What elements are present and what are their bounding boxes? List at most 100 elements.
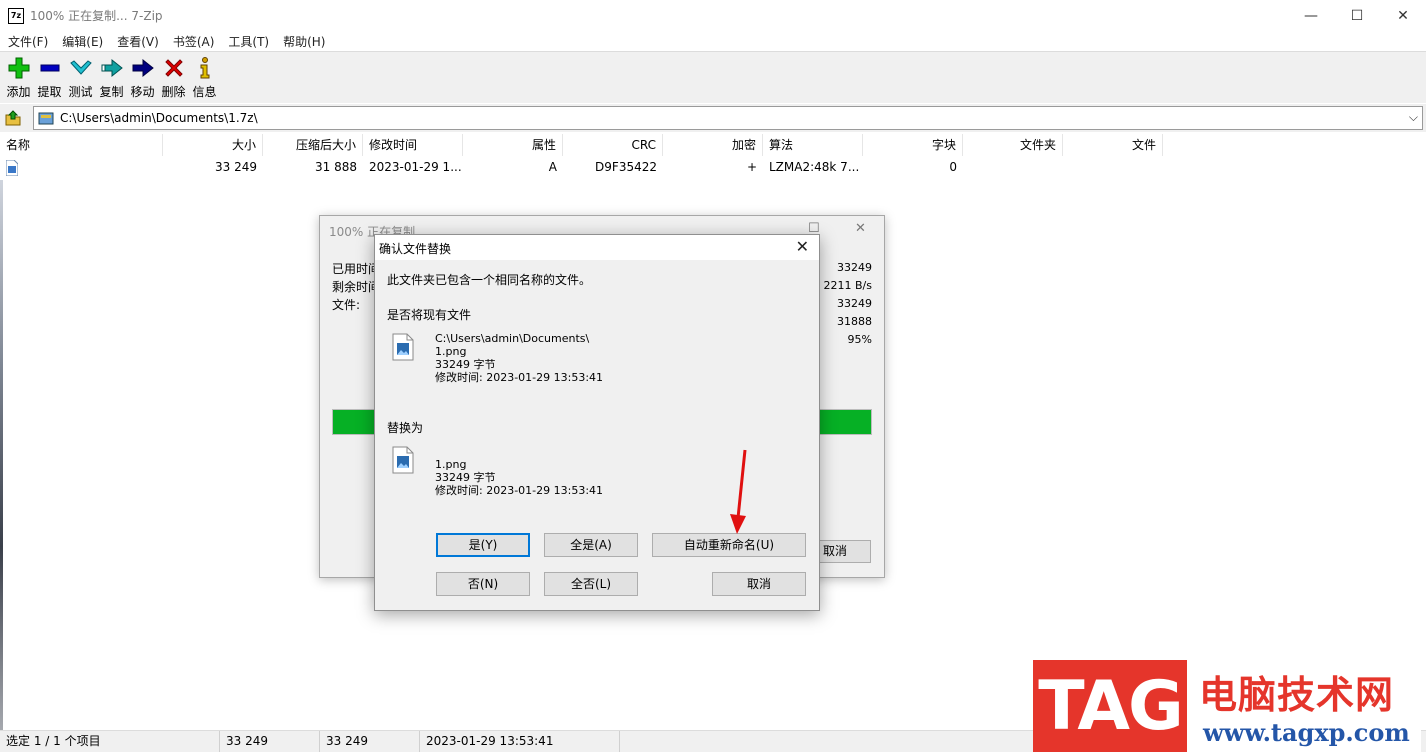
replace-with-heading: 替换为	[387, 421, 424, 435]
7zip-app-icon: 7z	[8, 7, 24, 24]
menu-bookmarks[interactable]: 书签(A)	[165, 33, 221, 50]
delete-label: 删除	[161, 85, 186, 99]
menu-view[interactable]: 查看(V)	[109, 33, 165, 50]
watermark: TAG 电脑技术网 www.tagxp.com	[1033, 660, 1421, 752]
move-button[interactable]: 移动	[127, 52, 158, 102]
up-folder-icon	[5, 110, 21, 126]
address-bar: C:\Users\admin\Documents\1.7z\ ⌵	[0, 104, 1426, 132]
menu-edit[interactable]: 编辑(E)	[54, 33, 109, 50]
status-selected: 选定 1 / 1 个项目	[0, 731, 220, 752]
extract-button[interactable]: 提取	[34, 52, 65, 102]
maximize-button[interactable]: ☐	[1334, 0, 1380, 31]
menu-file[interactable]: 文件(F)	[0, 33, 54, 50]
window-title: 100% 正在复制... 7-Zip	[30, 9, 163, 23]
title-bar: 7z 100% 正在复制... 7-Zip — ☐ ✕	[0, 0, 1426, 31]
status-size: 33 249	[220, 731, 320, 752]
progress-value: 33249	[837, 261, 872, 274]
yes-button[interactable]: 是(Y)	[436, 533, 530, 557]
dialog-title-bar: 确认文件替换 ✕	[375, 235, 819, 260]
add-label: 添加	[6, 85, 31, 99]
progress-close-icon[interactable]: ✕	[855, 221, 866, 236]
menu-bar: 文件(F) 编辑(E) 查看(V) 书签(A) 工具(T) 帮助(H)	[0, 31, 1426, 51]
column-encrypted[interactable]: 加密	[663, 134, 763, 156]
add-button[interactable]: 添加	[3, 52, 34, 102]
existing-file-icon	[392, 333, 414, 361]
watermark-site-name: 电脑技术网	[1199, 673, 1395, 717]
files-cell	[1063, 157, 1163, 177]
test-label: 测试	[68, 85, 93, 99]
window-controls: — ☐ ✕	[1288, 0, 1426, 31]
existing-file-name: 1.png	[435, 345, 467, 358]
attributes-cell: A	[548, 160, 557, 174]
block-cell: 0	[949, 160, 957, 174]
copy-button[interactable]: 复制	[96, 52, 127, 102]
column-method[interactable]: 算法	[763, 134, 863, 156]
elapsed-time-label: 已用时间	[332, 262, 381, 276]
menu-help[interactable]: 帮助(H)	[275, 33, 331, 50]
column-folders[interactable]: 文件夹	[963, 134, 1063, 156]
column-files[interactable]: 文件	[1063, 134, 1163, 156]
progress-packed: 31888	[837, 315, 872, 328]
size-cell: 33 249	[215, 160, 257, 174]
column-size[interactable]: 大小	[163, 134, 263, 156]
replacement-file-name: 1.png	[435, 458, 467, 471]
minimize-button[interactable]: —	[1288, 0, 1334, 31]
packed-size-cell: 31 888	[315, 160, 357, 174]
watermark-logo: TAG	[1033, 660, 1187, 752]
no-to-all-button[interactable]: 全否(L)	[544, 572, 638, 596]
method-cell: LZMA2:48k 7...	[769, 160, 860, 174]
copy-label: 复制	[99, 85, 124, 99]
folders-cell	[963, 157, 1063, 177]
file-list-header: 名称 大小 压缩后大小 修改时间 属性 CRC 加密 算法 字块 文件夹 文件	[0, 134, 1426, 156]
auto-rename-button[interactable]: 自动重新命名(U)	[652, 533, 806, 557]
info-label: 信息	[192, 85, 217, 99]
column-attributes[interactable]: 属性	[463, 134, 563, 156]
test-icon	[69, 60, 92, 75]
info-icon	[200, 57, 209, 79]
move-label: 移动	[130, 85, 155, 99]
copy-icon	[101, 58, 123, 78]
status-modified: 2023-01-29 13:53:41	[420, 731, 620, 752]
remaining-time-label: 剩余时间	[332, 280, 381, 294]
column-modified[interactable]: 修改时间	[363, 134, 463, 156]
toolbar: 添加 提取 测试 复制 移动 删除 信息	[0, 51, 1426, 103]
status-packed: 33 249	[320, 731, 420, 752]
existing-file-info: C:\Users\admin\Documents\ 1.png 33249 字节…	[435, 332, 603, 384]
replacement-file-info: 1.png 33249 字节 修改时间: 2023-01-29 13:53:41	[435, 458, 603, 497]
crc-cell: D9F35422	[595, 160, 657, 174]
replacement-file-size: 33249 字节	[435, 471, 496, 484]
column-name[interactable]: 名称	[0, 134, 163, 156]
file-name-cell	[0, 157, 163, 177]
test-button[interactable]: 测试	[65, 52, 96, 102]
existing-file-heading: 是否将现有文件	[387, 308, 472, 322]
modified-cell: 2023-01-29 1...	[369, 160, 462, 174]
files-label: 文件:	[332, 298, 361, 312]
dialog-title: 确认文件替换	[379, 242, 452, 256]
column-block[interactable]: 字块	[863, 134, 963, 156]
path-text: C:\Users\admin\Documents\1.7z\	[60, 111, 258, 125]
yes-to-all-button[interactable]: 全是(A)	[544, 533, 638, 557]
existing-file-path: C:\Users\admin\Documents\	[435, 332, 590, 345]
dialog-close-icon[interactable]: ✕	[796, 237, 809, 256]
table-row[interactable]: 33 249 31 888 2023-01-29 1... A D9F35422…	[0, 157, 1426, 177]
column-crc[interactable]: CRC	[563, 134, 663, 156]
archive-icon	[38, 112, 54, 125]
watermark-url: www.tagxp.com	[1203, 718, 1410, 747]
move-icon	[132, 58, 154, 78]
column-packed-size[interactable]: 压缩后大小	[263, 134, 363, 156]
progress-size: 33249	[837, 297, 872, 310]
info-button[interactable]: 信息	[189, 52, 220, 102]
delete-icon	[164, 59, 183, 77]
cancel-button[interactable]: 取消	[712, 572, 806, 596]
add-icon	[8, 57, 29, 79]
image-file-icon	[5, 159, 19, 176]
close-button[interactable]: ✕	[1380, 0, 1426, 31]
up-folder-button[interactable]	[0, 105, 26, 131]
no-button[interactable]: 否(N)	[436, 572, 530, 596]
confirm-replace-dialog: 确认文件替换 ✕ 此文件夹已包含一个相同名称的文件。 是否将现有文件 C:\Us…	[374, 234, 820, 611]
watermark-text: 电脑技术网 www.tagxp.com	[1187, 660, 1421, 752]
path-input[interactable]: C:\Users\admin\Documents\1.7z\ ⌵	[33, 106, 1423, 130]
chevron-down-icon[interactable]: ⌵	[1409, 110, 1418, 125]
menu-tools[interactable]: 工具(T)	[220, 33, 275, 50]
delete-button[interactable]: 删除	[158, 52, 189, 102]
